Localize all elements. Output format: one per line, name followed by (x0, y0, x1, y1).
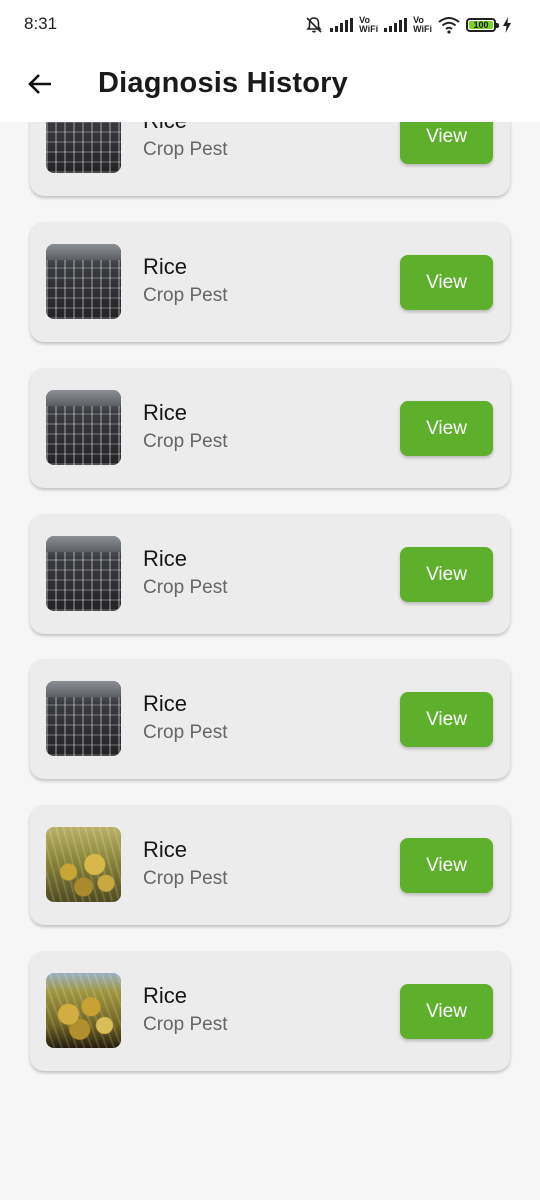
crop-thumbnail (46, 681, 121, 756)
crop-name: Rice (143, 254, 188, 279)
history-card[interactable]: Rice Crop Pest View (30, 951, 510, 1071)
page-title: Diagnosis History (98, 67, 348, 99)
status-icons: Vo WiFi Vo WiFi 100 (304, 12, 512, 38)
diagnosis-list[interactable]: Rice Crop Pest View Rice Crop Pest View … (0, 0, 540, 1200)
history-card[interactable]: Rice Crop Pest View (30, 368, 510, 488)
view-button[interactable]: View (400, 984, 493, 1039)
crop-thumbnail (46, 390, 121, 465)
bell-muted-icon (306, 17, 322, 33)
crop-thumbnail (46, 536, 121, 611)
charging-bolt-icon (503, 17, 511, 33)
vowifi-icon: Vo WiFi (359, 15, 379, 34)
crop-thumbnail (46, 244, 121, 319)
status-time: 8:31 (24, 14, 58, 33)
crop-thumbnail (46, 973, 121, 1048)
back-button[interactable] (22, 66, 58, 102)
crop-name: Rice (143, 983, 188, 1008)
history-card[interactable]: Rice Crop Pest View (30, 514, 510, 634)
history-card[interactable]: Rice Crop Pest View (30, 222, 510, 342)
crop-thumbnail (46, 827, 121, 902)
arrow-left-icon (28, 74, 51, 94)
history-card[interactable]: Rice Crop Pest View (30, 659, 510, 779)
view-button[interactable]: View (400, 838, 493, 893)
battery-icon: 100 (466, 18, 499, 32)
vowifi-icon-2: Vo WiFi (413, 15, 432, 34)
diagnosis-type: Crop Pest (143, 285, 228, 306)
signal-icon-2 (384, 18, 408, 32)
battery-level: 100 (473, 20, 489, 30)
diagnosis-type: Crop Pest (143, 431, 228, 452)
view-button[interactable]: View (400, 547, 493, 602)
view-button[interactable]: View (400, 255, 493, 310)
diagnosis-type: Crop Pest (143, 868, 228, 889)
history-card[interactable]: Rice Crop Pest View (30, 805, 510, 925)
crop-name: Rice (143, 546, 188, 571)
view-button[interactable]: View (400, 401, 493, 456)
status-bar: 8:31 Vo WiFi Vo WiFi 100 (0, 0, 540, 50)
diagnosis-type: Crop Pest (143, 577, 228, 598)
wifi-icon (438, 17, 460, 34)
crop-name: Rice (143, 691, 188, 716)
diagnosis-type: Crop Pest (143, 1014, 228, 1035)
app-bar: Diagnosis History (0, 50, 540, 122)
diagnosis-type: Crop Pest (143, 722, 228, 743)
signal-icon (330, 18, 354, 32)
diagnosis-type: Crop Pest (143, 139, 228, 160)
crop-name: Rice (143, 400, 188, 425)
crop-name: Rice (143, 837, 188, 862)
view-button[interactable]: View (400, 692, 493, 747)
